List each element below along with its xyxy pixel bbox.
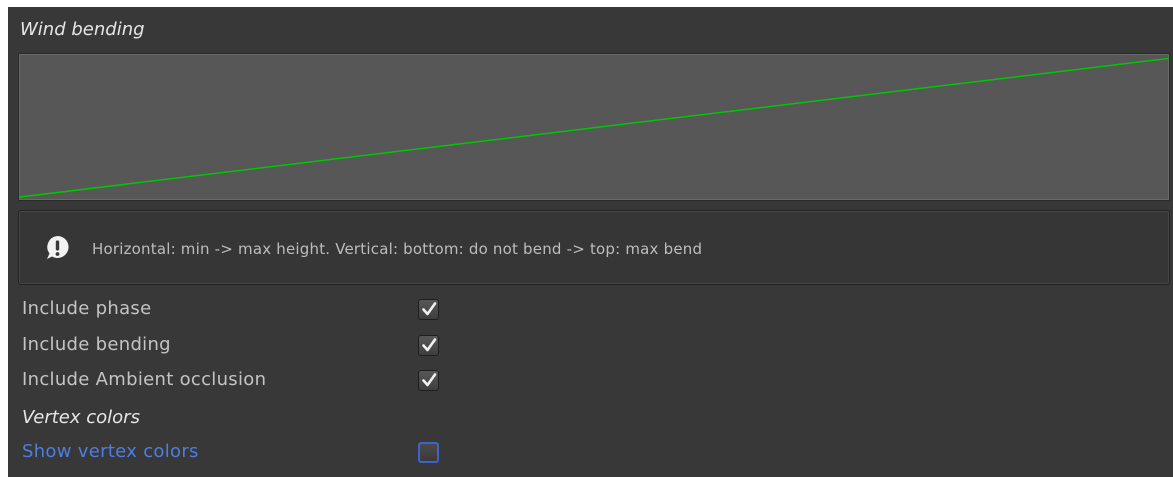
include-ambient-occlusion-label: Include Ambient occlusion <box>22 369 267 390</box>
show-vertex-colors-row: Show vertex colors <box>22 439 1162 465</box>
include-phase-checkbox[interactable] <box>418 299 439 320</box>
show-vertex-colors-checkbox[interactable] <box>418 442 439 463</box>
help-text: Horizontal: min -> max height. Vertical:… <box>92 240 703 258</box>
curve-graph <box>19 57 1169 198</box>
include-bending-checkbox[interactable] <box>418 335 439 356</box>
include-ambient-occlusion-checkbox[interactable] <box>418 370 439 391</box>
include-bending-label: Include bending <box>22 334 171 355</box>
checkmark-icon <box>422 302 437 316</box>
wind-bending-title: Wind bending <box>20 19 145 40</box>
include-phase-row: Include phase <box>22 296 1162 322</box>
include-ambient-occlusion-row: Include Ambient occlusion <box>22 367 1162 393</box>
vertex-colors-title: Vertex colors <box>22 407 140 428</box>
checkmark-icon <box>422 373 437 387</box>
info-bubble-icon <box>47 235 69 259</box>
checkmark-icon <box>422 338 437 352</box>
include-bending-row: Include bending <box>22 332 1162 358</box>
show-vertex-colors-label: Show vertex colors <box>22 441 199 462</box>
help-box: Horizontal: min -> max height. Vertical:… <box>18 210 1170 285</box>
include-phase-label: Include phase <box>22 298 152 319</box>
curve-line <box>19 57 1169 198</box>
wind-settings-panel: Wind bending Horizontal: min -> max heig… <box>8 7 1173 477</box>
wind-bending-curve-field[interactable] <box>18 53 1170 201</box>
